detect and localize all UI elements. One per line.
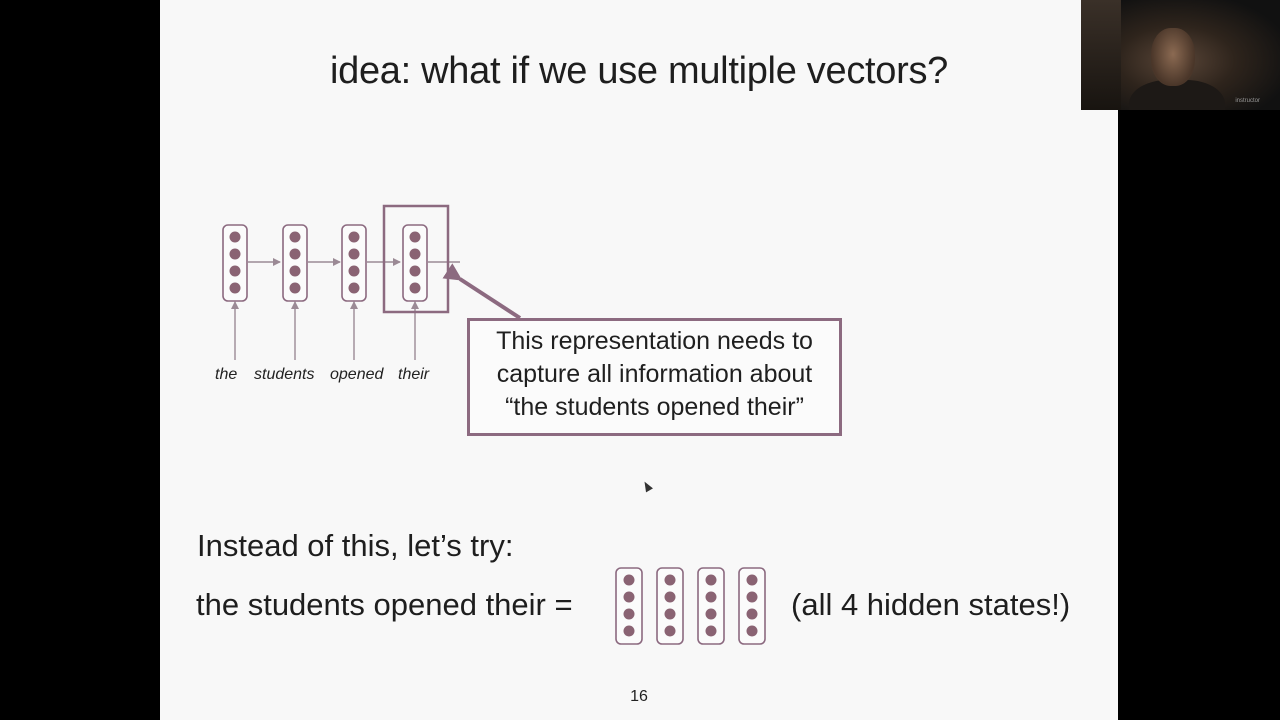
input-word: the (215, 366, 238, 383)
callout-line: “the students opened their” (505, 393, 804, 421)
equation-note: (all 4 hidden states!) (791, 587, 1071, 622)
webcam-video: instructor (1081, 0, 1280, 110)
slide: idea: what if we use multiple vectors? t… (160, 0, 1118, 720)
input-word: students (254, 366, 315, 383)
hidden-state-vector (341, 224, 367, 302)
equation-vector (656, 567, 684, 645)
input-word: their (398, 366, 430, 383)
callout-arrow (442, 263, 522, 320)
input-word: opened (330, 366, 384, 383)
hidden-state-vector (402, 224, 428, 302)
equation-vector (738, 567, 766, 645)
equation-vector (615, 567, 643, 645)
hidden-state-vector (282, 224, 308, 302)
webcam-label: instructor (1235, 98, 1260, 104)
hidden-state-vector (222, 224, 248, 302)
instead-heading: Instead of this, let’s try: (197, 528, 514, 563)
callout-box: This representation needs to capture all… (467, 318, 842, 436)
callout-line: This representation needs to (496, 327, 813, 355)
webcam-background (1081, 0, 1121, 110)
equation-vector (697, 567, 725, 645)
equation-lhs: the students opened their = (196, 587, 573, 622)
callout-line: capture all information about (496, 360, 813, 388)
page-number: 16 (630, 688, 648, 705)
webcam-person-face (1151, 28, 1195, 86)
